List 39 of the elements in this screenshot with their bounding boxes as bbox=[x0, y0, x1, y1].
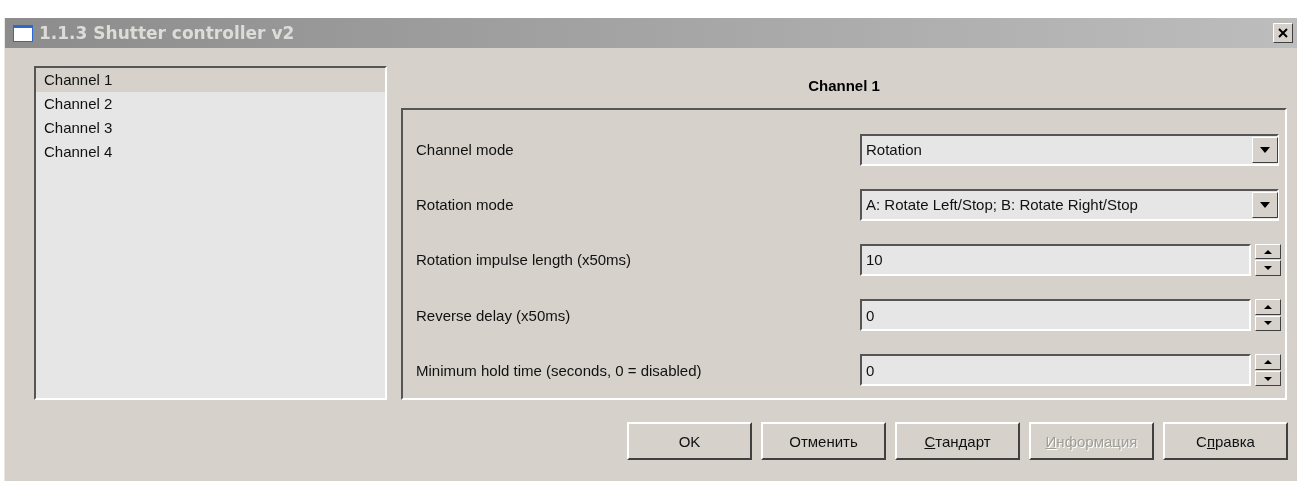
decrement-button[interactable] bbox=[1255, 260, 1281, 276]
dropdown-field[interactable]: A: Rotate Left/Stop; B: Rotate Right/Stop bbox=[860, 188, 1279, 221]
up-arrow-icon bbox=[1264, 249, 1272, 254]
close-button[interactable] bbox=[1273, 23, 1293, 43]
channel-item[interactable]: Channel 2 bbox=[36, 92, 385, 116]
number-field[interactable]: 0 bbox=[860, 299, 1251, 332]
caret-icon bbox=[1260, 146, 1270, 153]
close-icon bbox=[1278, 28, 1288, 38]
channel-item[interactable]: Channel 1 bbox=[36, 68, 385, 92]
down-arrow-icon bbox=[1264, 266, 1272, 271]
window-title: 1.1.3 Shutter controller v2 bbox=[39, 23, 296, 43]
dialog-button[interactable]: Отменить bbox=[761, 422, 886, 460]
panel-heading: Channel 1 bbox=[807, 76, 881, 96]
down-arrow-icon bbox=[1264, 376, 1272, 381]
window-icon bbox=[13, 24, 33, 42]
decrement-button[interactable] bbox=[1255, 370, 1281, 387]
dialog-button[interactable]: Справка bbox=[1163, 422, 1288, 460]
setting-label: Rotation mode bbox=[416, 196, 515, 214]
dropdown-field[interactable]: Rotation bbox=[860, 133, 1279, 166]
increment-button[interactable] bbox=[1255, 243, 1281, 260]
dropdown-button[interactable] bbox=[1252, 191, 1278, 218]
down-arrow-icon bbox=[1264, 321, 1272, 326]
dialog-button[interactable]: OK bbox=[627, 422, 752, 460]
up-arrow-icon bbox=[1264, 304, 1272, 309]
setting-label: Rotation impulse length (x50ms) bbox=[416, 251, 633, 269]
number-field[interactable]: 10 bbox=[860, 243, 1251, 276]
dropdown-button[interactable] bbox=[1252, 136, 1278, 163]
number-field[interactable]: 0 bbox=[860, 354, 1251, 387]
dialog-button[interactable]: Стандарт bbox=[895, 422, 1020, 460]
decrement-button[interactable] bbox=[1255, 315, 1281, 332]
channel-item[interactable]: Channel 3 bbox=[36, 116, 385, 140]
increment-button[interactable] bbox=[1255, 354, 1281, 370]
up-arrow-icon bbox=[1264, 360, 1272, 365]
setting-label: Channel mode bbox=[416, 141, 515, 159]
increment-button[interactable] bbox=[1255, 299, 1281, 315]
channel-item[interactable]: Channel 4 bbox=[36, 140, 385, 164]
caret-icon bbox=[1260, 201, 1270, 208]
setting-label: Reverse delay (x50ms) bbox=[416, 306, 572, 324]
setting-label: Minimum hold time (seconds, 0 = disabled) bbox=[416, 361, 703, 379]
